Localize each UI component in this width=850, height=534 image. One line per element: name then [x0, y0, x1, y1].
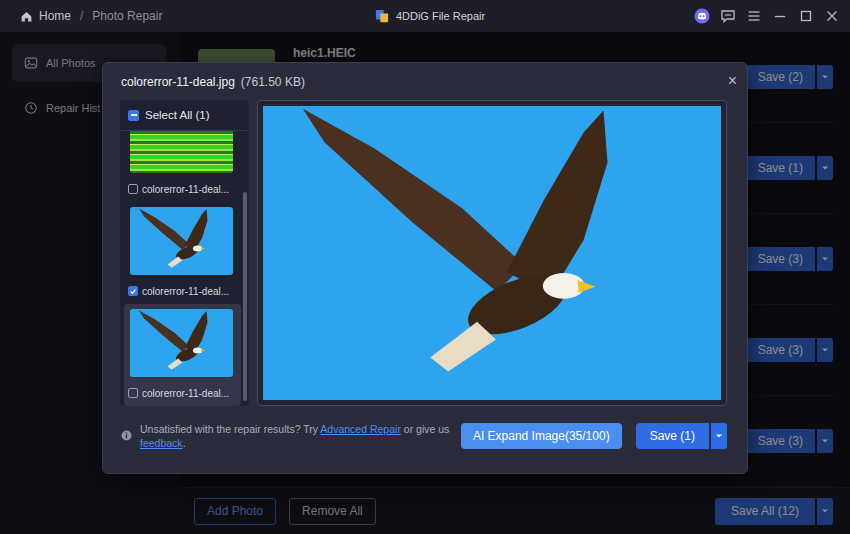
select-all-label: Select All (1): [145, 109, 210, 121]
maximize-icon[interactable]: [798, 8, 814, 24]
menu-icon[interactable]: [746, 8, 762, 24]
preview-dialog: colorerror-11-deal.jpg (761.50 KB) × Select…: [102, 62, 748, 474]
select-all-checkbox[interactable]: [128, 110, 139, 121]
thumbnail-checkbox[interactable]: [128, 286, 138, 296]
thumbnail-list-inner: colorerror-11-deal... colorerror-11-deal.…: [124, 131, 241, 406]
thumbnail-image: [130, 309, 233, 377]
modal-overlay: colorerror-11-deal.jpg (761.50 KB) × Select…: [0, 32, 850, 534]
home-link[interactable]: Home: [39, 9, 71, 23]
breadcrumb-current: Photo Repair: [92, 9, 162, 23]
thumbnail-checkbox[interactable]: [128, 184, 138, 194]
dialog-save-button[interactable]: Save (1): [636, 423, 709, 449]
thumbnail-image: [130, 131, 233, 173]
thumbnail-name: colorerror-11-deal...: [142, 388, 229, 399]
file-size: (761.50 KB): [241, 75, 305, 89]
thumbnail-label-row: colorerror-11-deal...: [128, 283, 237, 299]
info-icon: [121, 430, 132, 441]
thumbnail-image: [130, 207, 233, 275]
dialog-body: Select All (1)colorerror-11-deal...color…: [103, 89, 747, 406]
check-icon: [129, 287, 137, 296]
image-preview: [257, 100, 727, 406]
dialog-footer: Unsatisfied with the repair results? Try…: [103, 406, 747, 473]
app-window: Home/Photo Repair4DDiG File RepairAll Ph…: [0, 0, 850, 534]
logo-icon: [375, 9, 389, 23]
thumbnail-checkbox[interactable]: [128, 388, 138, 398]
close-icon[interactable]: [824, 8, 840, 24]
thumbnail-item[interactable]: colorerror-11-deal...: [124, 202, 241, 304]
repair-note: Unsatisfied with the repair results? Try…: [140, 422, 453, 450]
close-button[interactable]: ×: [728, 73, 737, 89]
window-controls: [485, 8, 840, 24]
thumbnail-item[interactable]: colorerror-11-deal...: [124, 304, 241, 406]
dialog-save-split-button: Save (1): [636, 423, 727, 449]
preview-photo: [263, 106, 721, 400]
dash-mark: [131, 114, 137, 116]
dialog-header: colorerror-11-deal.jpg (761.50 KB) ×: [103, 63, 747, 89]
discord-icon[interactable]: [694, 8, 710, 24]
thumbnail-panel: Select All (1)colorerror-11-deal...color…: [120, 100, 249, 406]
minimize-icon[interactable]: [772, 8, 788, 24]
thumbnail-item[interactable]: colorerror-11-deal...: [124, 131, 241, 202]
caret-down-icon: [714, 431, 724, 441]
app-title: 4DDiG File Repair: [396, 10, 485, 22]
title-bar: Home / Photo Repair 4DDiG File Repair: [0, 0, 850, 32]
thumbnail-scroll-area: colorerror-11-deal... colorerror-11-deal.…: [120, 131, 249, 406]
ai-expand-button[interactable]: AI Expand Image(35/100): [461, 423, 622, 449]
thumbnail-label-row: colorerror-11-deal...: [128, 385, 237, 401]
breadcrumb: Home / Photo Repair: [20, 9, 375, 23]
home-icon[interactable]: [20, 10, 33, 23]
scrollbar[interactable]: [241, 131, 249, 406]
dialog-save-dropdown[interactable]: [711, 423, 727, 449]
thumbnail-name: colorerror-11-deal...: [142, 286, 229, 297]
chat-icon[interactable]: [720, 8, 736, 24]
brand: 4DDiG File Repair: [375, 9, 485, 23]
breadcrumb-separator: /: [80, 9, 83, 23]
feedback-link[interactable]: feedback: [140, 437, 183, 449]
advanced-repair-link[interactable]: Advanced Repair: [320, 423, 401, 435]
thumbnail-name: colorerror-11-deal...: [142, 184, 229, 195]
select-all[interactable]: Select All (1): [120, 100, 249, 131]
scrollbar-thumb[interactable]: [243, 192, 247, 401]
thumbnail-label-row: colorerror-11-deal...: [128, 181, 237, 197]
dialog-title: colorerror-11-deal.jpg: [121, 75, 235, 89]
thumbnail-list: colorerror-11-deal... colorerror-11-deal.…: [120, 131, 241, 406]
